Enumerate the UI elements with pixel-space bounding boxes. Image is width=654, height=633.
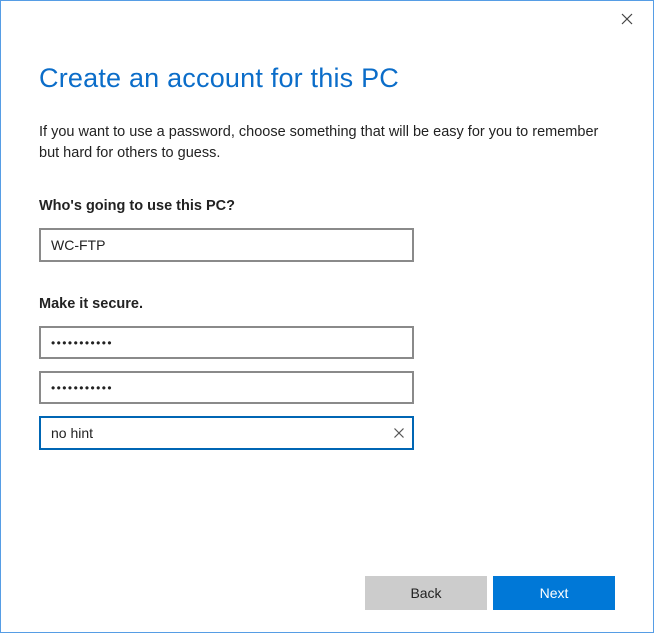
next-button[interactable]: Next (493, 576, 615, 610)
clear-hint-button[interactable] (390, 424, 408, 442)
close-button[interactable] (619, 11, 635, 27)
secure-section-label: Make it secure. (39, 296, 615, 312)
password-hint-input[interactable] (39, 416, 414, 450)
close-icon (621, 13, 633, 25)
footer-buttons: Back Next (365, 576, 615, 610)
clear-icon (393, 427, 405, 439)
username-input[interactable] (39, 228, 414, 262)
main-content: Create an account for this PC If you wan… (1, 1, 653, 450)
username-input-wrap (39, 228, 414, 262)
page-title: Create an account for this PC (39, 63, 615, 94)
back-button[interactable]: Back (365, 576, 487, 610)
description-text: If you want to use a password, choose so… (39, 122, 604, 164)
password-input[interactable] (39, 326, 414, 359)
password-confirm-input[interactable] (39, 371, 414, 404)
password-confirm-input-wrap (39, 371, 414, 404)
password-input-wrap (39, 326, 414, 359)
username-section-label: Who's going to use this PC? (39, 198, 615, 214)
hint-input-wrap (39, 416, 414, 450)
